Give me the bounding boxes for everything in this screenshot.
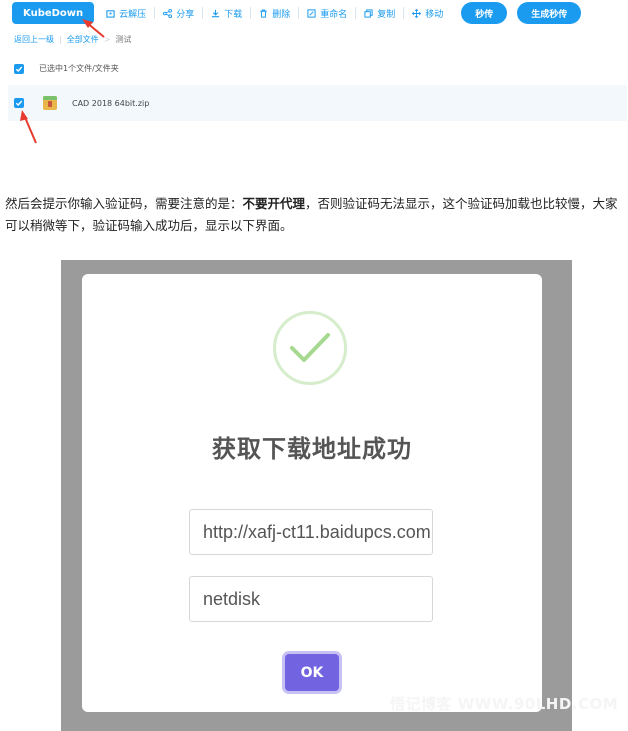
toolbar: KubeDown 云解压 分享 下载 删除 重命名 复制 移动 秒传 生成秒传	[12, 2, 582, 24]
paragraph-warning: 不要开代理	[242, 196, 306, 211]
annotation-arrows	[20, 19, 105, 144]
generate-instant-upload-button[interactable]: 生成秒传	[517, 2, 582, 24]
unzip-button[interactable]: 云解压	[106, 7, 154, 20]
file-row[interactable]: CAD 2018 64bit.zip	[8, 85, 627, 121]
modal-title: 获取下载地址成功	[212, 435, 412, 463]
move-icon	[412, 8, 422, 18]
delete-button[interactable]: 删除	[250, 7, 298, 20]
article-paragraph: 然后会提示你输入验证码，需要注意的是：不要开代理，否则验证码无法显示，这个验证码…	[5, 193, 627, 237]
copy-label: 复制	[377, 9, 396, 20]
paragraph-part1: 然后会提示你输入验证码，需要注意的是：	[5, 196, 243, 211]
breadcrumb-all-files-link[interactable]: 全部文件	[67, 34, 99, 45]
share-icon	[163, 8, 173, 18]
success-check-icon	[290, 333, 330, 362]
file-name[interactable]: CAD 2018 64bit.zip	[72, 99, 149, 108]
toolbar-actions: 云解压 分享 下载 删除 重命名 复制 移动	[106, 7, 451, 20]
trash-icon	[260, 9, 267, 18]
download-url-field[interactable]: http://xafj-ct11.baidupcs.com	[189, 509, 433, 555]
download-icon	[212, 9, 220, 17]
breadcrumb-back-link[interactable]: 返回上一级	[14, 34, 54, 45]
breadcrumb-current: 测试	[115, 35, 132, 44]
user-agent-field[interactable]: netdisk	[189, 576, 433, 622]
rename-button[interactable]: 重命名	[298, 7, 355, 20]
rename-icon	[307, 8, 316, 18]
breadcrumb: 返回上一级 | 全部文件 > 测试	[14, 34, 131, 45]
download-button[interactable]: 下载	[202, 7, 250, 20]
selection-count-text: 已选中1个文件/文件夹	[39, 64, 119, 73]
success-screenshot: 获取下载地址成功 http://xafj-ct11.baidupcs.com n…	[61, 260, 618, 731]
move-label: 移动	[425, 9, 444, 20]
archive-icon	[106, 9, 115, 18]
instant-upload-button[interactable]: 秒传	[461, 2, 508, 24]
download-label: 下载	[224, 9, 243, 20]
ok-button[interactable]: OK	[285, 654, 339, 691]
zip-file-icon	[43, 96, 57, 110]
rename-label: 重命名	[320, 9, 348, 20]
copy-icon	[364, 8, 373, 18]
select-all-checkbox[interactable]	[14, 63, 24, 74]
success-circle	[273, 311, 347, 385]
file-checkbox[interactable]	[14, 98, 24, 108]
selection-bar: 已选中1个文件/文件夹	[14, 63, 119, 74]
success-modal: 获取下载地址成功 http://xafj-ct11.baidupcs.com n…	[82, 274, 542, 712]
watermark: 悟记博客 WWW.90LHD.COM	[390, 695, 619, 713]
share-button[interactable]: 分享	[154, 7, 202, 20]
checkmark-icon	[15, 66, 23, 72]
checkmark-icon	[15, 100, 23, 107]
share-label: 分享	[176, 9, 195, 20]
breadcrumb-divider: |	[59, 35, 62, 44]
move-button[interactable]: 移动	[403, 7, 451, 20]
breadcrumb-separator: >	[103, 35, 111, 44]
delete-label: 删除	[272, 9, 291, 20]
kubedown-button[interactable]: KubeDown	[12, 2, 95, 24]
unzip-label: 云解压	[119, 9, 147, 20]
copy-button[interactable]: 复制	[355, 7, 403, 20]
